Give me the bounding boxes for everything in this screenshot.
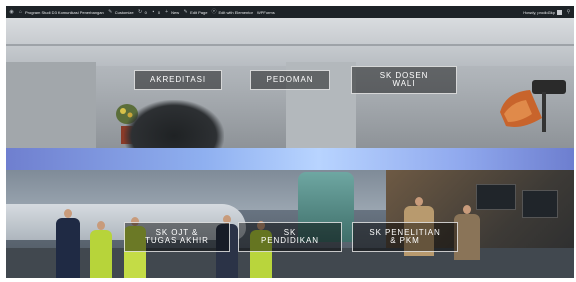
orange-lamp-image (500, 80, 566, 132)
new-label: New (171, 9, 180, 15)
comments-count: 0 (157, 9, 161, 15)
customize-link[interactable]: ✎ Customize (108, 8, 134, 15)
akreditasi-label: AKREDITASI (150, 75, 206, 84)
site-name-link[interactable]: ⌂ Program Studi D3 Komunikasi Penerbanga… (18, 8, 104, 15)
plus-icon: + (165, 8, 169, 15)
sk-penelitian-pkm-button[interactable]: SK PENELITIAN & PKM (352, 222, 458, 252)
person-head-image (124, 100, 224, 148)
wpforms-label: WPForms (256, 9, 275, 15)
brush-icon: ✎ (108, 8, 113, 15)
sk-penelitian-label: SK PENELITIAN & PKM (369, 228, 441, 245)
wall-panel (6, 62, 96, 148)
updates-link[interactable]: ↻ 0 (138, 8, 147, 15)
hero-top-section: AKREDITASI PEDOMAN SK DOSEN WALI (6, 18, 574, 148)
elementor-icon: ⓔ (211, 8, 217, 15)
person-figure (90, 221, 112, 278)
customize-label: Customize (114, 9, 134, 15)
monitor-screen (522, 190, 558, 218)
person-figure (56, 209, 80, 278)
sk-ojt-tugas-akhir-button[interactable]: SK OJT & TUGAS AKHIR (124, 222, 230, 252)
wp-admin-bar: ◉ ⌂ Program Studi D3 Komunikasi Penerban… (6, 6, 574, 18)
pedoman-label: PEDOMAN (266, 75, 314, 84)
admin-search-button[interactable]: ⚲ (566, 8, 571, 15)
new-content-link[interactable]: + New (164, 8, 180, 15)
search-icon: ⚲ (566, 8, 571, 15)
monitor-screen (476, 184, 516, 210)
wpforms-link[interactable]: WPForms (257, 10, 275, 15)
hero-bottom-section: SK OJT & TUGAS AKHIR SK PENDIDIKAN SK PE… (6, 170, 574, 278)
edit-page-link[interactable]: ✎ Edit Page (183, 8, 208, 15)
comments-link[interactable]: ▪ 0 (151, 8, 161, 15)
avatar (557, 9, 562, 15)
sk-dosen-wali-button[interactable]: SK DOSEN WALI (351, 66, 457, 94)
sk-dosen-wali-label: SK DOSEN WALI (379, 71, 429, 88)
comments-icon: ▪ (152, 8, 155, 15)
ceiling-beam (6, 44, 574, 46)
sk-pendidikan-button[interactable]: SK PENDIDIKAN (238, 222, 342, 252)
home-icon: ⌂ (18, 8, 23, 15)
akreditasi-button[interactable]: AKREDITASI (134, 70, 222, 90)
wordpress-logo-icon: ◉ (9, 8, 14, 15)
pencil-icon: ✎ (183, 8, 188, 15)
edit-page-label: Edit Page (190, 9, 208, 15)
user-account-menu[interactable]: Howdy, prodid3kp (523, 9, 562, 15)
user-greeting: Howdy, prodid3kp (523, 9, 555, 15)
elementor-label: Edit with Elementor (218, 9, 253, 15)
hangar-ceiling-image (6, 18, 574, 66)
site-name-label: Program Studi D3 Komunikasi Penerbangan (25, 9, 104, 15)
pedoman-button[interactable]: PEDOMAN (250, 70, 330, 90)
updates-count: 0 (144, 9, 147, 15)
edit-with-elementor-link[interactable]: ⓔ Edit with Elementor (211, 8, 253, 15)
sk-ojt-label: SK OJT & TUGAS AKHIR (145, 228, 209, 245)
sk-pendidikan-label: SK PENDIDIKAN (261, 228, 319, 245)
updates-icon: ↻ (138, 8, 143, 15)
accent-band (6, 148, 574, 170)
wordpress-logo-button[interactable]: ◉ (9, 8, 14, 15)
